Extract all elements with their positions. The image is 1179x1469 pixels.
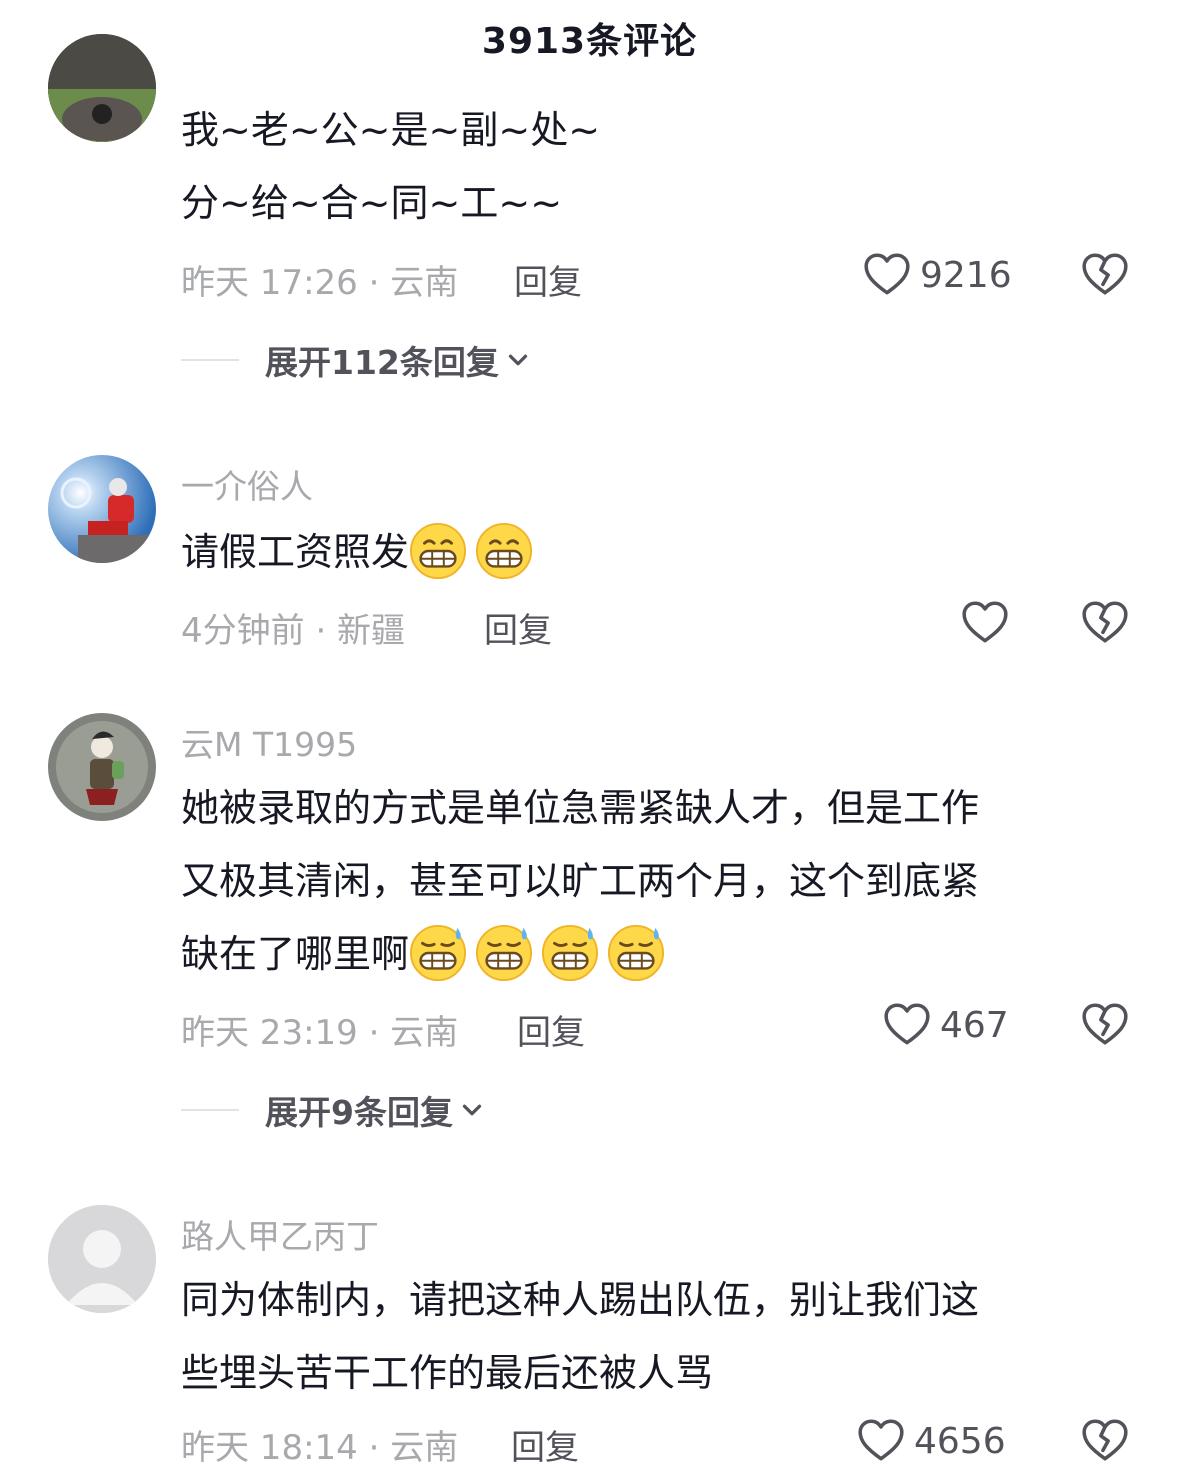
grin-emoji-icon [475, 522, 533, 579]
divider [181, 1109, 239, 1111]
heart-icon[interactable] [960, 598, 1010, 648]
heart-icon [864, 253, 910, 295]
broken-heart-icon[interactable] [1080, 598, 1130, 648]
heart-icon [858, 1419, 904, 1461]
like-button[interactable]: 467 [882, 1000, 1009, 1050]
expand-replies-button[interactable]: 展开9条回复 [181, 1086, 487, 1134]
reply-button[interactable]: 回复 [484, 603, 552, 652]
comments-count-title: 3913条评论 [481, 21, 698, 62]
like-button[interactable]: 4656 [856, 1416, 1006, 1466]
avatar[interactable] [48, 34, 156, 142]
comment-meta: 昨天 18:14 · 云南 [181, 1428, 459, 1468]
comment-text: 同为体制内，请把这种人踢出队伍，别让我们这 些埋头苦干工作的最后还被人骂 [181, 1278, 980, 1395]
like-button[interactable]: 9216 [862, 250, 1012, 300]
reply-button[interactable]: 回复 [511, 1420, 579, 1469]
heart-icon [884, 1003, 930, 1045]
sweat-grin-emoji-icon [607, 924, 665, 981]
like-count: 4656 [914, 1420, 1006, 1462]
comment-text: 我~老~公~是~副~处~ 分~给~合~同~工~~ [181, 108, 601, 225]
comment-meta: 4分钟前 · 新疆 [181, 611, 406, 651]
sweat-grin-emoji-icon [475, 924, 533, 981]
broken-heart-icon[interactable] [1080, 1416, 1130, 1466]
avatar[interactable] [48, 1205, 156, 1313]
grin-emoji-icon [409, 522, 467, 579]
username[interactable]: 路人甲乙丙丁 [181, 1210, 379, 1258]
like-count: 467 [940, 1004, 1009, 1046]
comment-meta: 昨天 17:26 · 云南 [181, 263, 459, 303]
comment-text: 她被录取的方式是单位急需紧缺人才，但是工作 又极其清闲，甚至可以旷工两个月，这个… [181, 772, 1121, 991]
sweat-grin-emoji-icon [541, 924, 599, 981]
expand-replies-label: 展开112条回复 [265, 343, 499, 382]
reply-button[interactable]: 回复 [517, 1005, 585, 1054]
comment-text: 请假工资照发 [181, 516, 1121, 589]
avatar[interactable] [48, 713, 156, 821]
comment-meta: 昨天 23:19 · 云南 [181, 1013, 459, 1053]
expand-replies-button[interactable]: 展开112条回复 [181, 336, 533, 384]
broken-heart-icon[interactable] [1080, 250, 1130, 300]
avatar[interactable] [48, 455, 156, 563]
expand-replies-label: 展开9条回复 [265, 1093, 453, 1132]
sweat-grin-emoji-icon [409, 924, 467, 981]
username[interactable]: 云M T1995 [181, 718, 357, 766]
reply-button[interactable]: 回复 [514, 255, 582, 304]
chevron-down-icon [462, 1104, 482, 1116]
divider [181, 359, 239, 361]
username[interactable]: 一介俗人 [181, 460, 313, 508]
chevron-down-icon [508, 354, 528, 366]
broken-heart-icon[interactable] [1080, 1000, 1130, 1050]
like-count: 9216 [920, 254, 1012, 296]
